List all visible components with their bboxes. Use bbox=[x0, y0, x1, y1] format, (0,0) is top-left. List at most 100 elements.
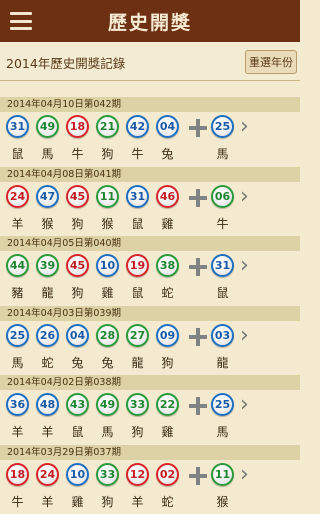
plus-icon bbox=[189, 188, 207, 207]
draw-row[interactable]: 2014年04月08日第041期羊 猴 狗 猴 鼠 雞 24 47 45 11 31 46 06 牛 › bbox=[0, 166, 300, 236]
special-zodiac-label: 猴 bbox=[216, 494, 229, 509]
records-title: 2014年歷史開獎記錄 bbox=[6, 56, 126, 71]
special-zodiac-label: 牛 bbox=[216, 216, 229, 231]
lottery-ball: 25 bbox=[6, 323, 29, 347]
zodiac-label: 雞 bbox=[101, 286, 114, 300]
zodiac-label: 狗 bbox=[71, 216, 84, 231]
zodiac-label: 雞 bbox=[71, 494, 84, 509]
draw-date: 2014年04月03日第039期 bbox=[0, 305, 300, 321]
zodiac-label: 鼠 bbox=[71, 425, 84, 439]
draw-row[interactable]: 2014年03月29日第037期牛 羊 雞 狗 羊 蛇 18 24 10 33 12 02 11 猴 › bbox=[0, 444, 300, 514]
lottery-ball: 33 bbox=[96, 462, 119, 486]
page-title: 歷史開獎 bbox=[107, 11, 192, 34]
lottery-ball: 38 bbox=[156, 254, 179, 277]
zodiac-label: 牛 bbox=[11, 494, 24, 509]
zodiac-label: 羊 bbox=[11, 425, 24, 439]
lottery-ball: 19 bbox=[126, 254, 149, 277]
zodiac-label: 狗 bbox=[161, 355, 174, 370]
zodiac-label: 雞 bbox=[161, 425, 174, 439]
lottery-ball: 31 bbox=[126, 184, 149, 208]
lottery-ball: 49 bbox=[96, 393, 119, 416]
lottery-ball: 10 bbox=[66, 462, 89, 486]
special-ball: 11 bbox=[211, 462, 234, 486]
lottery-ball: 18 bbox=[6, 462, 29, 486]
zodiac-label: 蛇 bbox=[161, 286, 174, 300]
zodiac-label: 鼠 bbox=[131, 216, 144, 231]
lottery-ball: 22 bbox=[156, 393, 179, 416]
lottery-ball: 04 bbox=[156, 115, 179, 138]
lottery-ball: 26 bbox=[36, 323, 59, 347]
reselect-year-button[interactable]: 重選年份 bbox=[245, 50, 297, 74]
lottery-ball: 49 bbox=[36, 115, 59, 138]
lottery-ball: 31 bbox=[6, 115, 29, 138]
lottery-ball: 04 bbox=[66, 323, 89, 347]
zodiac-label: 狗 bbox=[71, 286, 84, 300]
zodiac-label: 龍 bbox=[131, 355, 144, 370]
chevron-right-icon[interactable]: › bbox=[240, 116, 249, 138]
zodiac-label: 狗 bbox=[101, 147, 114, 161]
zodiac-label: 雞 bbox=[161, 216, 174, 231]
lottery-ball: 36 bbox=[6, 393, 29, 416]
special-zodiac-label: 馬 bbox=[216, 147, 229, 161]
lottery-ball: 02 bbox=[156, 462, 179, 486]
special-ball: 25 bbox=[211, 393, 234, 416]
special-zodiac-label: 鼠 bbox=[216, 286, 229, 300]
zodiac-label: 馬 bbox=[101, 425, 114, 439]
lottery-ball: 11 bbox=[96, 184, 119, 208]
lottery-ball: 45 bbox=[66, 254, 89, 277]
plus-icon bbox=[189, 258, 207, 276]
draw-date: 2014年04月10日第042期 bbox=[0, 97, 300, 112]
zodiac-label: 兔 bbox=[101, 355, 114, 370]
draw-row[interactable]: 2014年04月05日第040期豬 龍 狗 雞 鼠 蛇 44 39 45 10 19 38 31 鼠 › bbox=[0, 236, 300, 305]
draw-row[interactable]: 2014年04月03日第039期馬 蛇 兔 兔 龍 狗 25 26 04 28 27 09 03 龍 › bbox=[0, 305, 300, 375]
special-zodiac-label: 龍 bbox=[216, 355, 229, 370]
plus-icon bbox=[189, 397, 207, 415]
zodiac-label: 蛇 bbox=[41, 355, 54, 370]
draw-date: 2014年03月29日第037期 bbox=[0, 444, 300, 460]
lottery-ball: 28 bbox=[96, 323, 119, 347]
chevron-right-icon[interactable]: › bbox=[240, 185, 249, 208]
zodiac-label: 鼠 bbox=[131, 286, 144, 300]
lottery-ball: 24 bbox=[36, 462, 59, 486]
lottery-ball: 47 bbox=[36, 184, 59, 208]
top-bar: 歷史開獎 bbox=[0, 0, 300, 42]
sub-header: 2014年歷史開獎記錄 重選年份 bbox=[0, 42, 300, 81]
zodiac-label: 羊 bbox=[131, 494, 144, 509]
lottery-ball: 48 bbox=[36, 393, 59, 416]
lottery-ball: 24 bbox=[6, 184, 29, 208]
zodiac-label: 猴 bbox=[41, 216, 54, 231]
zodiac-label: 羊 bbox=[41, 425, 54, 439]
draw-date: 2014年04月08日第041期 bbox=[0, 166, 300, 182]
special-ball: 03 bbox=[211, 323, 234, 347]
zodiac-label: 兔 bbox=[71, 355, 84, 370]
special-zodiac-label: 馬 bbox=[216, 425, 229, 439]
lottery-ball: 12 bbox=[126, 462, 149, 486]
zodiac-label: 豬 bbox=[11, 286, 24, 300]
draw-row[interactable]: 2014年04月10日第042期鼠 馬 牛 狗 牛 兔 31 49 18 21 42 04 25 馬 › bbox=[0, 97, 300, 166]
chevron-right-icon[interactable]: › bbox=[240, 255, 249, 277]
plus-icon bbox=[189, 466, 207, 485]
lottery-ball: 45 bbox=[66, 184, 89, 208]
zodiac-label: 狗 bbox=[131, 425, 144, 439]
chevron-right-icon[interactable]: › bbox=[240, 324, 249, 347]
lottery-ball: 18 bbox=[66, 115, 89, 138]
zodiac-label: 羊 bbox=[11, 216, 24, 231]
chevron-right-icon[interactable]: › bbox=[240, 394, 249, 416]
lottery-ball: 43 bbox=[66, 393, 89, 416]
menu-icon[interactable] bbox=[10, 12, 32, 30]
lottery-ball: 09 bbox=[156, 323, 179, 347]
lottery-ball: 42 bbox=[126, 115, 149, 138]
lottery-ball: 46 bbox=[156, 184, 179, 208]
chevron-right-icon[interactable]: › bbox=[240, 463, 249, 486]
plus-icon bbox=[189, 327, 207, 346]
special-ball: 06 bbox=[211, 184, 234, 208]
zodiac-label: 牛 bbox=[131, 147, 144, 161]
zodiac-label: 牛 bbox=[71, 147, 84, 161]
draw-row[interactable]: 2014年04月02日第038期羊 羊 鼠 馬 狗 雞 36 48 43 49 33 22 25 馬 › bbox=[0, 375, 300, 444]
zodiac-label: 狗 bbox=[101, 494, 114, 509]
lottery-ball: 21 bbox=[96, 115, 119, 138]
zodiac-label: 兔 bbox=[161, 147, 174, 161]
zodiac-label: 龍 bbox=[41, 286, 54, 300]
draw-date: 2014年04月02日第038期 bbox=[0, 375, 300, 390]
zodiac-label: 羊 bbox=[41, 494, 54, 509]
